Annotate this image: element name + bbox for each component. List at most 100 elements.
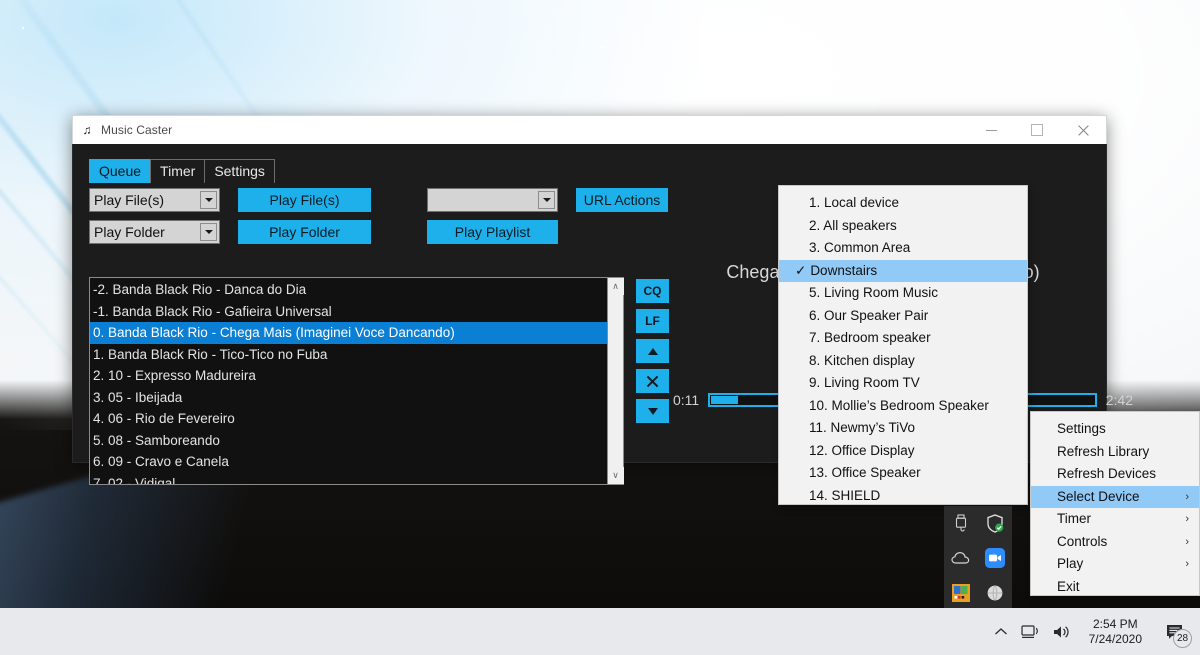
device-menu-item-label: Downstairs <box>810 262 878 278</box>
device-menu-item[interactable]: 10. Mollie’s Bedroom Speaker <box>779 395 1027 418</box>
check-icon: ✓ <box>795 262 807 278</box>
tray-menu-item-label: Settings <box>1057 421 1106 436</box>
scroll-up-icon[interactable]: ∧ <box>607 278 624 295</box>
play-folder-button[interactable]: Play Folder <box>238 220 371 244</box>
wallpaper-sparkle <box>664 6 667 9</box>
list-item[interactable]: 0. Banda Black Rio - Chega Mais (Imagine… <box>90 322 607 344</box>
list-item[interactable]: 7. 02 - Vidigal <box>90 473 607 485</box>
toolbar-row-1: Play File(s) Play File(s) URL Actions <box>89 188 668 212</box>
window-title: Music Caster <box>101 123 173 137</box>
device-menu-item-selected[interactable]: ✓ Downstairs <box>779 259 1027 282</box>
tray-menu-item-refresh-devices[interactable]: Refresh Devices <box>1031 463 1199 486</box>
device-menu-item[interactable]: 12. Office Display <box>779 440 1027 463</box>
tray-menu-item-select-device[interactable]: Select Device › <box>1031 485 1199 508</box>
tray-menu-item-play[interactable]: Play › <box>1031 553 1199 576</box>
tray-menu-item-timer[interactable]: Timer › <box>1031 508 1199 531</box>
device-menu-item[interactable]: 6. Our Speaker Pair <box>779 305 1027 328</box>
chevron-right-icon: › <box>1185 535 1189 548</box>
url-actions-button[interactable]: URL Actions <box>576 188 668 212</box>
queue-scrollbar[interactable]: ∧ ∨ <box>607 278 624 484</box>
scroll-down-icon[interactable]: ∨ <box>607 467 624 484</box>
device-menu-item[interactable]: 14. SHIELD <box>779 485 1027 508</box>
chevron-up-icon[interactable] <box>993 626 1009 638</box>
close-icon[interactable] <box>1060 116 1106 145</box>
list-item[interactable]: -2. Banda Black Rio - Danca do Dia <box>90 279 607 301</box>
device-menu-item[interactable]: 3. Common Area <box>779 237 1027 260</box>
list-item[interactable]: 3. 05 - Ibeijada <box>90 387 607 409</box>
url-input-combo[interactable] <box>427 188 558 212</box>
chevron-down-icon[interactable] <box>200 191 217 209</box>
onedrive-cloud-icon[interactable] <box>951 548 971 568</box>
tray-menu-item-label: Timer <box>1057 511 1091 526</box>
list-item[interactable]: 1. Banda Black Rio - Tico-Tico no Fuba <box>90 344 607 366</box>
seek-progress-fill <box>711 396 739 404</box>
remove-item-button[interactable] <box>636 369 669 393</box>
tray-menu-item-label: Play <box>1057 556 1084 571</box>
tray-menu-item-label: Select Device <box>1057 488 1140 504</box>
list-item[interactable]: -1. Banda Black Rio - Gafieira Universal <box>90 301 607 323</box>
speaker-icon[interactable] <box>1052 624 1071 640</box>
wallpaper-sparkle <box>601 46 604 49</box>
chevron-down-icon[interactable] <box>200 223 217 241</box>
globe-icon[interactable] <box>985 583 1005 603</box>
triangle-down-icon <box>647 407 658 415</box>
play-folder-mode-value: Play Folder <box>94 224 165 240</box>
device-menu-item[interactable]: 7. Bedroom speaker <box>779 327 1027 350</box>
color-palette-icon[interactable] <box>951 583 971 603</box>
tray-menu-item-controls[interactable]: Controls › <box>1031 531 1199 554</box>
tray-menu-item-label: Controls <box>1057 533 1108 549</box>
minimize-button[interactable] <box>968 116 1014 145</box>
tray-menu-item-refresh-library[interactable]: Refresh Library <box>1031 441 1199 464</box>
device-menu-item[interactable]: 1. Local device <box>779 192 1027 215</box>
device-menu-item[interactable]: 13. Office Speaker <box>779 462 1027 485</box>
move-down-button[interactable] <box>636 399 669 423</box>
clock[interactable]: 2:54 PM 7/24/2020 <box>1083 617 1148 647</box>
tab-timer[interactable]: Timer <box>150 159 206 183</box>
tab-queue[interactable]: Queue <box>89 159 152 183</box>
list-item[interactable]: 4. 06 - Rio de Fevereiro <box>90 408 607 430</box>
zoom-video-icon[interactable] <box>985 547 1005 568</box>
window-titlebar[interactable]: ♫ Music Caster <box>72 115 1107 144</box>
chevron-right-icon: › <box>1185 513 1189 525</box>
desktop: ♫ Music Caster Queue Timer Settings Play… <box>0 0 1200 655</box>
chevron-right-icon: › <box>1185 558 1189 570</box>
hidden-tray-icons-flyout <box>944 506 1012 610</box>
device-menu-item[interactable]: 11. Newmy’s TiVo <box>779 417 1027 440</box>
maximize-button[interactable] <box>1014 116 1060 145</box>
chevron-down-icon[interactable] <box>538 191 555 209</box>
tray-menu-item-settings[interactable]: Settings <box>1031 418 1199 441</box>
network-icon[interactable] <box>1021 624 1040 640</box>
chevron-right-icon: › <box>1185 490 1189 503</box>
list-item[interactable]: 5. 08 - Samboreando <box>90 430 607 452</box>
device-menu-item[interactable]: 8. Kitchen display <box>779 350 1027 373</box>
play-files-mode-value: Play File(s) <box>94 192 165 208</box>
device-menu-item[interactable]: 2. All speakers <box>779 215 1027 238</box>
notification-center-button[interactable]: 28 <box>1160 617 1192 648</box>
locate-file-button[interactable]: LF <box>636 309 669 333</box>
list-item[interactable]: 6. 09 - Cravo e Canela <box>90 451 607 473</box>
queue-action-column: CQ LF <box>636 279 669 423</box>
tray-menu-item-label: Refresh Devices <box>1057 466 1157 481</box>
play-files-mode-combo[interactable]: Play File(s) <box>89 188 220 212</box>
device-menu-item[interactable]: 9. Living Room TV <box>779 372 1027 395</box>
tray-menu-item-exit[interactable]: Exit <box>1031 576 1199 599</box>
play-playlist-button[interactable]: Play Playlist <box>427 220 558 244</box>
usb-drive-icon[interactable] <box>951 513 971 533</box>
list-item[interactable]: 2. 10 - Expresso Madureira <box>90 365 607 387</box>
security-shield-icon[interactable] <box>985 513 1005 533</box>
device-menu-item[interactable]: 5. Living Room Music <box>779 282 1027 305</box>
clock-date: 7/24/2020 <box>1088 631 1142 646</box>
move-up-button[interactable] <box>636 339 669 363</box>
tray-menu-item-label: Refresh Library <box>1057 443 1150 459</box>
queue-list[interactable]: -2. Banda Black Rio - Danca do Dia -1. B… <box>90 278 607 484</box>
tray-context-menu: Settings Refresh Library Refresh Devices… <box>1030 411 1200 596</box>
tray-menu-item-label: Exit <box>1057 578 1080 594</box>
notification-count-badge: 28 <box>1173 628 1192 648</box>
clear-queue-button[interactable]: CQ <box>636 279 669 303</box>
tab-settings[interactable]: Settings <box>204 159 275 183</box>
music-note-icon: ♫ <box>82 123 92 137</box>
play-files-button[interactable]: Play File(s) <box>238 188 371 212</box>
play-folder-mode-combo[interactable]: Play Folder <box>89 220 220 244</box>
clock-time: 2:54 PM <box>1092 616 1138 631</box>
total-duration: 2:42 <box>1105 392 1133 408</box>
